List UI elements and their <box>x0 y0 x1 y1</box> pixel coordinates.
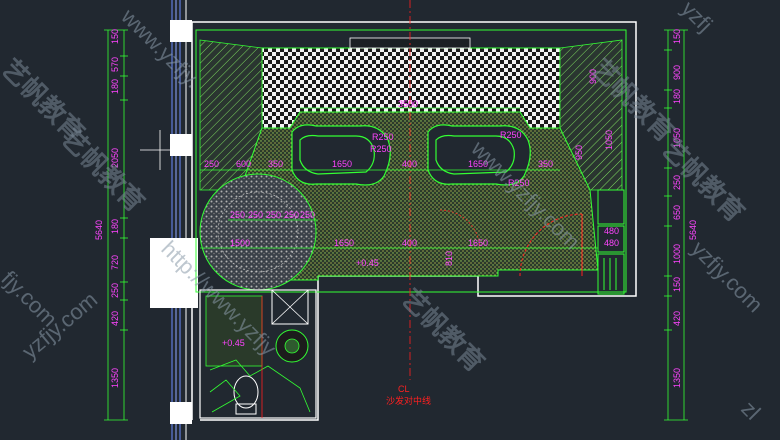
dim-radius-1: R250 <box>372 132 394 142</box>
dim-right-total: 5640 <box>688 220 698 240</box>
dim-top-4: 1650 <box>332 159 352 169</box>
toilet-icon <box>233 375 259 409</box>
mid-row-dimension-texts: 250 250 250 250 250 <box>230 210 315 220</box>
dim-mid-2: 250 <box>248 210 263 220</box>
dim-top-1: 250 <box>204 159 219 169</box>
watermark-brand-4: 艺帆教育 <box>655 133 750 228</box>
dim-misc-950: 950 <box>574 145 584 160</box>
dim-left-8: 420 <box>110 311 120 326</box>
dim-right-1: 150 <box>672 29 682 44</box>
dim-right-9: 420 <box>672 311 682 326</box>
dim-left-3: 180 <box>110 79 120 94</box>
dim-left-6: 720 <box>110 255 120 270</box>
dim-mid-4: 250 <box>284 210 299 220</box>
dim-top-7: 350 <box>538 159 553 169</box>
dim-right-10: 1350 <box>672 368 682 388</box>
dim-top-5: 400 <box>402 159 417 169</box>
dim-mid-1: 250 <box>230 210 245 220</box>
watermark-url-6: yzfj <box>676 0 717 37</box>
floor-plan-drawing: 150 570 180 2050 180 720 250 420 1350 56… <box>0 0 768 440</box>
centerline-labels: CL 沙发对中线 <box>386 384 431 407</box>
watermark-url-2: yzfjy.com <box>686 236 767 317</box>
dim-mid-5: 250 <box>300 210 315 220</box>
dim-room-width: 3500 <box>398 99 418 109</box>
watermark-brand-5: 艺帆教育 <box>395 283 490 378</box>
dim-left-5: 180 <box>110 219 120 234</box>
watermark-brand-3: 艺帆教育 <box>55 123 150 218</box>
left-dimension-texts: 150 570 180 2050 180 720 250 420 1350 56… <box>94 29 120 388</box>
dim-misc-810: 810 <box>444 251 454 266</box>
right-dimension-texts: 150 900 180 1050 250 650 1000 150 420 13… <box>672 29 698 388</box>
dim-lower-4: 1650 <box>468 238 488 248</box>
dim-left-total: 5640 <box>94 220 104 240</box>
dim-left-1: 150 <box>110 29 120 44</box>
dim-right-3: 180 <box>672 89 682 104</box>
dim-left-7: 250 <box>110 283 120 298</box>
dim-left-9: 1350 <box>110 368 120 388</box>
dim-right-7: 1000 <box>672 244 682 264</box>
centerline-label: CL <box>398 384 410 394</box>
cad-drawing-canvas: 150 570 180 2050 180 720 250 420 1350 56… <box>0 0 780 440</box>
right-dimension-lines <box>664 29 688 421</box>
dim-top-2: 600 <box>236 159 251 169</box>
dim-lower-1: 1500 <box>230 238 250 248</box>
dim-mid-3: 250 <box>266 210 281 220</box>
bath-level-label: +0.45 <box>222 338 245 348</box>
round-gravel-feature <box>199 173 317 291</box>
dim-right-inner-2: 1050 <box>604 130 614 150</box>
dim-top-3: 350 <box>268 159 283 169</box>
ceiling-level-label: +0.45 <box>356 258 379 268</box>
dim-misc-480: 480 <box>604 226 619 236</box>
dim-lower-2: 1650 <box>334 238 354 248</box>
dim-lower-3: 400 <box>402 238 417 248</box>
dim-radius-2: R250 <box>370 144 392 154</box>
dim-right-2: 900 <box>672 65 682 80</box>
watermark-url-7: zl <box>736 396 765 425</box>
dim-radius-3: R250 <box>500 130 522 140</box>
dim-right-8: 150 <box>672 277 682 292</box>
dim-right-6: 650 <box>672 205 682 220</box>
dim-left-2: 570 <box>110 57 120 72</box>
dim-lower-5: 480 <box>604 238 619 248</box>
centerline-caption: 沙发对中线 <box>386 395 431 407</box>
